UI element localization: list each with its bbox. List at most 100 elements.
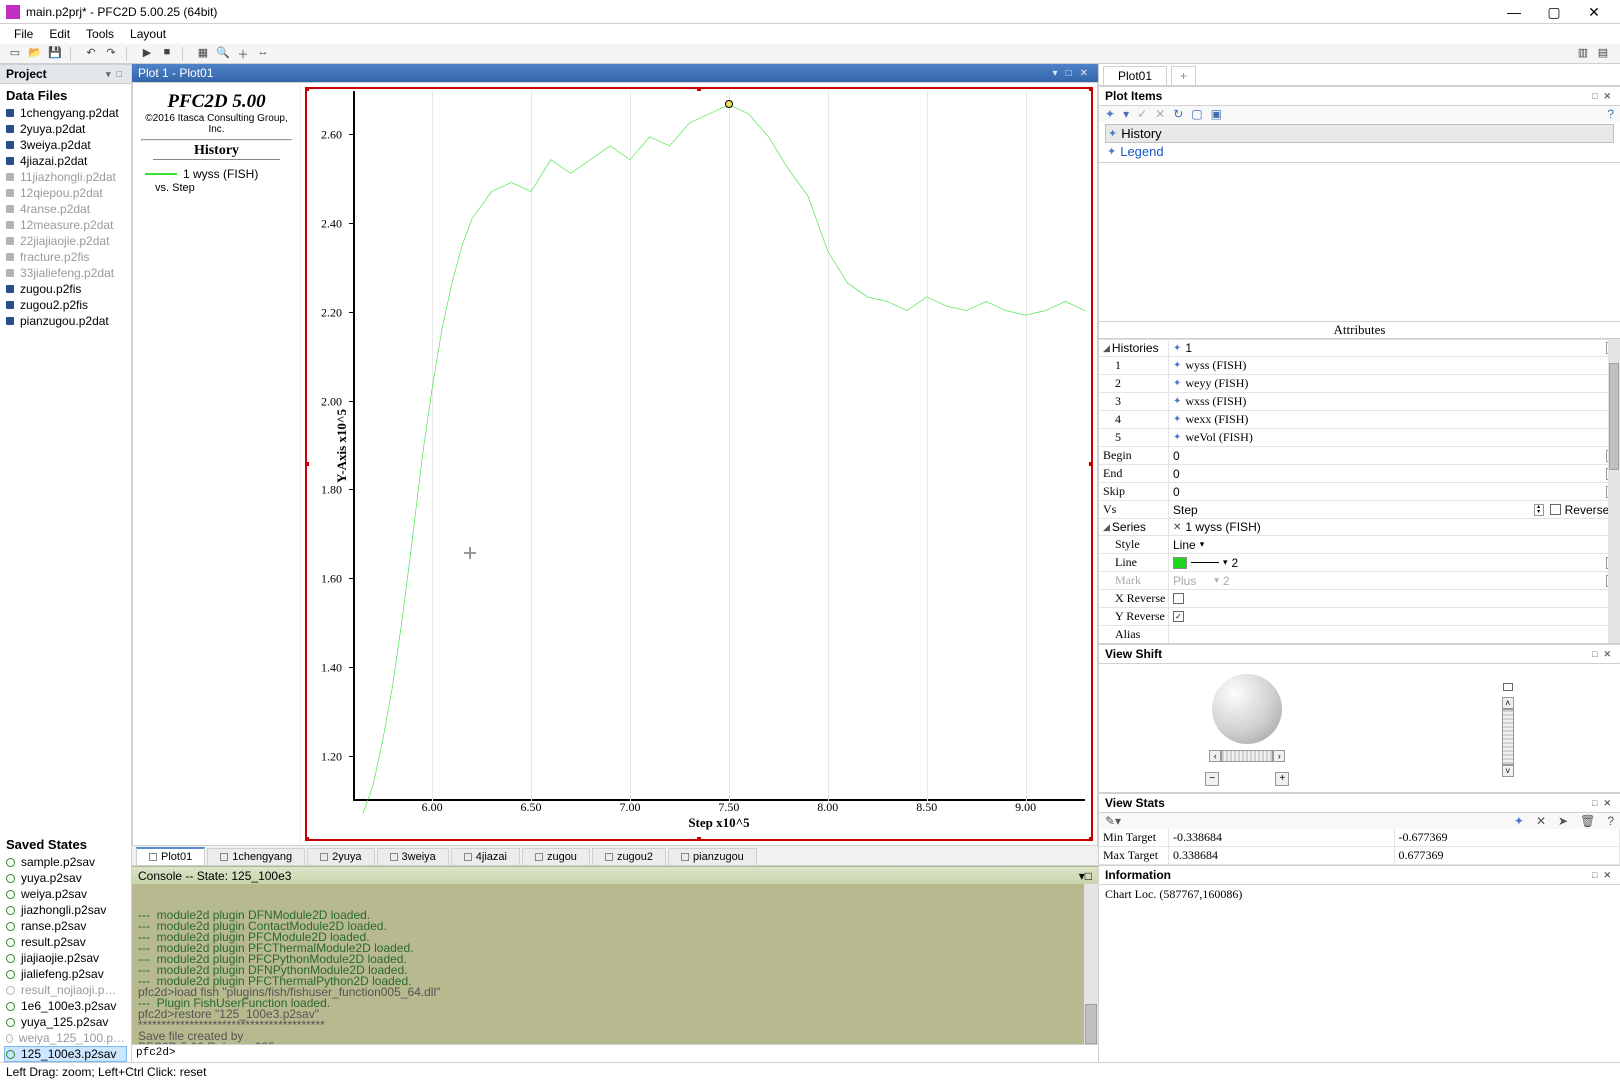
vs-arrow-icon[interactable]: ➤ bbox=[1558, 814, 1568, 828]
data-file-item[interactable]: 12qiepou.p2dat bbox=[4, 185, 127, 201]
viewshift-pin-icon[interactable]: □ bbox=[1589, 649, 1600, 659]
attr-vs-value[interactable]: Step▴▾Reversed bbox=[1169, 500, 1620, 518]
tree-item[interactable]: ✦Legend bbox=[1105, 143, 1614, 160]
plot-tab[interactable]: zugou2 bbox=[592, 848, 666, 865]
tb-box-icon[interactable]: ▢ bbox=[1191, 107, 1202, 121]
minimize-button[interactable]: — bbox=[1494, 1, 1534, 23]
saved-state-item[interactable]: jiazhongli.p2sav bbox=[4, 902, 127, 918]
attr-alias-value[interactable] bbox=[1169, 625, 1620, 643]
data-file-item[interactable]: pianzugou.p2dat bbox=[4, 313, 127, 329]
attr-skip-value[interactable]: 0▴▾ bbox=[1169, 482, 1620, 500]
rotate-h-rail[interactable] bbox=[1221, 750, 1273, 762]
project-pin-icon[interactable]: □ bbox=[114, 69, 125, 79]
saved-state-item[interactable]: result.p2sav bbox=[4, 934, 127, 950]
saved-state-item[interactable]: 125_100e3.p2sav bbox=[4, 1046, 127, 1062]
viewstats-close-icon[interactable]: ✕ bbox=[1600, 798, 1614, 809]
data-file-item[interactable]: fracture.p2fis bbox=[4, 249, 127, 265]
console-prompt[interactable]: pfc2d> bbox=[132, 1044, 1098, 1062]
plot-tab[interactable]: 2yuya bbox=[307, 848, 374, 865]
toolbar-zoom-icon[interactable]: 🔍 bbox=[214, 46, 232, 62]
data-file-item[interactable]: 11jiazhongli.p2dat bbox=[4, 169, 127, 185]
zoom-out-button[interactable]: − bbox=[1205, 772, 1219, 786]
toolbar-open-icon[interactable]: 📂 bbox=[26, 46, 44, 62]
information-close-icon[interactable]: ✕ bbox=[1600, 870, 1614, 881]
attr-end-value[interactable]: 0▴▾ bbox=[1169, 464, 1620, 482]
project-menu-icon[interactable]: ▾ bbox=[103, 69, 114, 80]
data-file-item[interactable]: 1chengyang.p2dat bbox=[4, 105, 127, 121]
toolbar-new-icon[interactable]: ▭ bbox=[6, 46, 24, 62]
plot-tab[interactable]: 1chengyang bbox=[207, 848, 305, 865]
saved-state-item[interactable]: 1e6_100e3.p2sav bbox=[4, 998, 127, 1014]
saved-state-item[interactable]: weiya.p2sav bbox=[4, 886, 127, 902]
menu-file[interactable]: File bbox=[6, 27, 41, 41]
tb-dropdown-icon[interactable]: ▾ bbox=[1123, 107, 1129, 121]
saved-state-item[interactable]: weiya_125_100.p… bbox=[4, 1030, 127, 1046]
console-scrollbar[interactable] bbox=[1084, 884, 1098, 1044]
data-file-item[interactable]: 12measure.p2dat bbox=[4, 217, 127, 233]
plot-inner-area[interactable]: 1.201.401.601.802.002.202.402.60 6.006.5… bbox=[353, 91, 1085, 801]
attr-history-value[interactable]: ✦wyss (FISH) bbox=[1169, 356, 1620, 374]
plot-tab[interactable]: 4jiazai bbox=[451, 848, 520, 865]
attr-line-value[interactable]: ▾2▴▾ bbox=[1169, 553, 1620, 571]
close-button[interactable]: ✕ bbox=[1574, 1, 1614, 23]
attributes-scrollbar[interactable] bbox=[1608, 339, 1620, 643]
saved-state-item[interactable]: yuya.p2sav bbox=[4, 870, 127, 886]
plot-items-pin-icon[interactable]: □ bbox=[1589, 91, 1600, 101]
toolbar-plot-icon[interactable]: ▦ bbox=[194, 46, 212, 62]
plot-window-menu-icon[interactable]: ▾ bbox=[1049, 68, 1062, 79]
zoom-rail[interactable] bbox=[1221, 773, 1273, 785]
toolbar-save-icon[interactable]: 💾 bbox=[46, 46, 64, 62]
vs-add-icon[interactable]: ✦ bbox=[1514, 814, 1524, 828]
data-file-item[interactable]: 3weiya.p2dat bbox=[4, 137, 127, 153]
menu-edit[interactable]: Edit bbox=[41, 27, 78, 41]
toolbar-layout-icon[interactable]: ▤ bbox=[1594, 46, 1612, 62]
pan-v-rail[interactable] bbox=[1502, 709, 1514, 765]
viewshift-close-icon[interactable]: ✕ bbox=[1600, 649, 1614, 660]
vs-x-icon[interactable]: ✕ bbox=[1536, 814, 1546, 828]
toolbar-arrows-icon[interactable]: ↔ bbox=[254, 46, 272, 62]
saved-state-item[interactable]: result_nojiaoji.p… bbox=[4, 982, 127, 998]
saved-state-item[interactable]: ranse.p2sav bbox=[4, 918, 127, 934]
menu-layout[interactable]: Layout bbox=[122, 27, 174, 41]
tb-add-icon[interactable]: ✦ bbox=[1105, 107, 1115, 121]
viewstats-pin-icon[interactable]: □ bbox=[1589, 798, 1600, 808]
attr-histories-value[interactable]: ✦1▴▾ bbox=[1169, 339, 1620, 356]
menu-tools[interactable]: Tools bbox=[78, 27, 122, 41]
data-file-item[interactable]: 4jiazai.p2dat bbox=[4, 153, 127, 169]
maximize-button[interactable]: ▢ bbox=[1534, 1, 1574, 23]
saved-state-item[interactable]: sample.p2sav bbox=[4, 854, 127, 870]
series-marker-icon[interactable] bbox=[725, 100, 733, 108]
data-file-item[interactable]: 2yuya.p2dat bbox=[4, 121, 127, 137]
saved-state-item[interactable]: jialiefeng.p2sav bbox=[4, 966, 127, 982]
rotate-left-button[interactable]: ‹ bbox=[1209, 750, 1221, 762]
data-file-item[interactable]: 4ranse.p2dat bbox=[4, 201, 127, 217]
saved-state-item[interactable]: yuya_125.p2sav bbox=[4, 1014, 127, 1030]
zoom-in-button[interactable]: + bbox=[1275, 772, 1289, 786]
plot-items-close-icon[interactable]: ✕ bbox=[1600, 91, 1614, 102]
data-file-item[interactable]: zugou2.p2fis bbox=[4, 297, 127, 313]
plot-window-pin-icon[interactable]: □ bbox=[1062, 68, 1076, 79]
pan-up-button[interactable]: ˄ bbox=[1502, 697, 1514, 709]
plot-tab[interactable]: zugou bbox=[522, 848, 590, 865]
data-file-item[interactable]: zugou.p2fis bbox=[4, 281, 127, 297]
toolbar-redo-icon[interactable]: ↷ bbox=[102, 46, 120, 62]
attr-xreverse-value[interactable] bbox=[1169, 589, 1620, 607]
tb-check-icon[interactable]: ✓ bbox=[1137, 107, 1147, 121]
saved-state-item[interactable]: jiajiaojie.p2sav bbox=[4, 950, 127, 966]
tb-help-icon[interactable]: ? bbox=[1607, 107, 1614, 121]
attr-style-value[interactable]: Line ▾ bbox=[1169, 535, 1620, 553]
viewshift-sphere[interactable] bbox=[1212, 674, 1282, 744]
pan-down-button[interactable]: ˅ bbox=[1502, 765, 1514, 777]
tb-refresh-icon[interactable]: ↻ bbox=[1173, 107, 1183, 121]
attr-history-value[interactable]: ✦wxss (FISH) bbox=[1169, 392, 1620, 410]
plot-tab[interactable]: pianzugou bbox=[668, 848, 757, 865]
rotate-right-button[interactable]: › bbox=[1273, 750, 1285, 762]
data-file-item[interactable]: 33jialiefeng.p2dat bbox=[4, 265, 127, 281]
information-pin-icon[interactable]: □ bbox=[1589, 870, 1600, 880]
console-pin-icon[interactable]: □ bbox=[1085, 869, 1092, 883]
attr-history-value[interactable]: ✦weyy (FISH) bbox=[1169, 374, 1620, 392]
data-file-item[interactable]: 22jiajiaojie.p2dat bbox=[4, 233, 127, 249]
tb-x-icon[interactable]: ✕ bbox=[1155, 107, 1165, 121]
attr-history-value[interactable]: ✦wexx (FISH) bbox=[1169, 410, 1620, 428]
plot-tab[interactable]: Plot01 bbox=[136, 847, 205, 865]
